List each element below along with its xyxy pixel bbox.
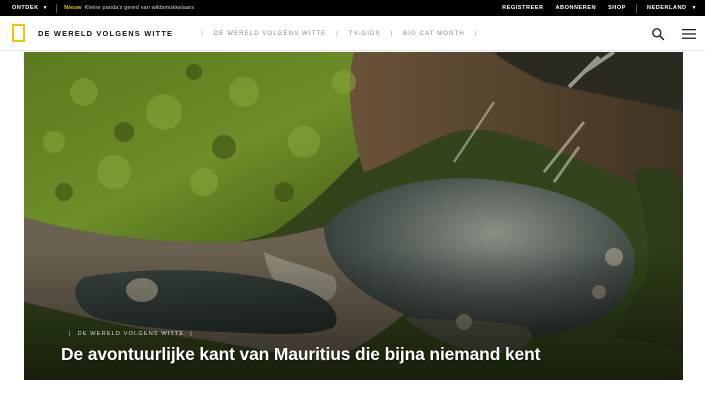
hero-kicker-label[interactable]: DE WERELD VOLGENS WITTE — [78, 331, 185, 337]
kicker-separator: | — [190, 331, 193, 337]
shop-link[interactable]: SHOP — [608, 5, 626, 11]
search-icon — [652, 28, 665, 41]
chevron-down-icon: ▼ — [691, 5, 697, 11]
subscribe-link[interactable]: ABONNEREN — [556, 5, 597, 11]
top-utility-bar: ONTDEK ▼ Nieuw Kleine panda's gered van … — [0, 0, 705, 16]
divider — [56, 3, 58, 13]
language-label: NEDERLAND — [646, 5, 687, 11]
menu-button[interactable] — [682, 27, 696, 39]
site-header: DE WERELD VOLGENS WITTE | DE WERELD VOLG… — [0, 16, 705, 51]
nav-item-big-cat-month[interactable]: BIG CAT MONTH — [403, 30, 465, 37]
hero-title[interactable]: De avontuurlijke kant van Mauritius die … — [61, 344, 540, 365]
nav-item-tv-gids[interactable]: TV-GIDS — [349, 30, 381, 37]
search-button[interactable] — [651, 27, 665, 41]
nav-separator: | — [474, 29, 478, 37]
news-headline-link[interactable]: Kleine panda's gered van wildsmokkelaars — [85, 5, 195, 11]
nav-item-de-wereld-volgens-witte[interactable]: DE WERELD VOLGENS WITTE — [214, 30, 326, 37]
hero-article[interactable]: | DE WERELD VOLGENS WITTE | De avontuurl… — [24, 52, 683, 380]
hamburger-menu-icon — [682, 29, 696, 39]
language-selector[interactable]: NEDERLAND ▼ — [647, 5, 697, 11]
hero-kicker: | DE WERELD VOLGENS WITTE | — [63, 331, 199, 337]
explore-label: ONTDEK — [12, 5, 39, 11]
kicker-separator: | — [69, 331, 72, 337]
register-link[interactable]: REGISTREER — [502, 5, 543, 11]
nav-separator: | — [201, 29, 204, 37]
explore-menu-button[interactable]: ONTDEK ▼ — [12, 5, 48, 11]
nav-separator: | — [390, 29, 394, 37]
news-tag: Nieuw — [64, 5, 82, 11]
site-brand[interactable]: DE WERELD VOLGENS WITTE — [38, 29, 173, 38]
top-right-links: REGISTREER ABONNEREN SHOP NEDERLAND ▼ — [490, 0, 705, 16]
yellow-border-logo-icon[interactable] — [12, 24, 25, 42]
nav-separator: | — [336, 29, 339, 37]
chevron-down-icon: ▼ — [42, 5, 49, 11]
main-nav: | DE WERELD VOLGENS WITTE | TV-GIDS | BI… — [191, 30, 487, 37]
divider — [635, 3, 637, 13]
